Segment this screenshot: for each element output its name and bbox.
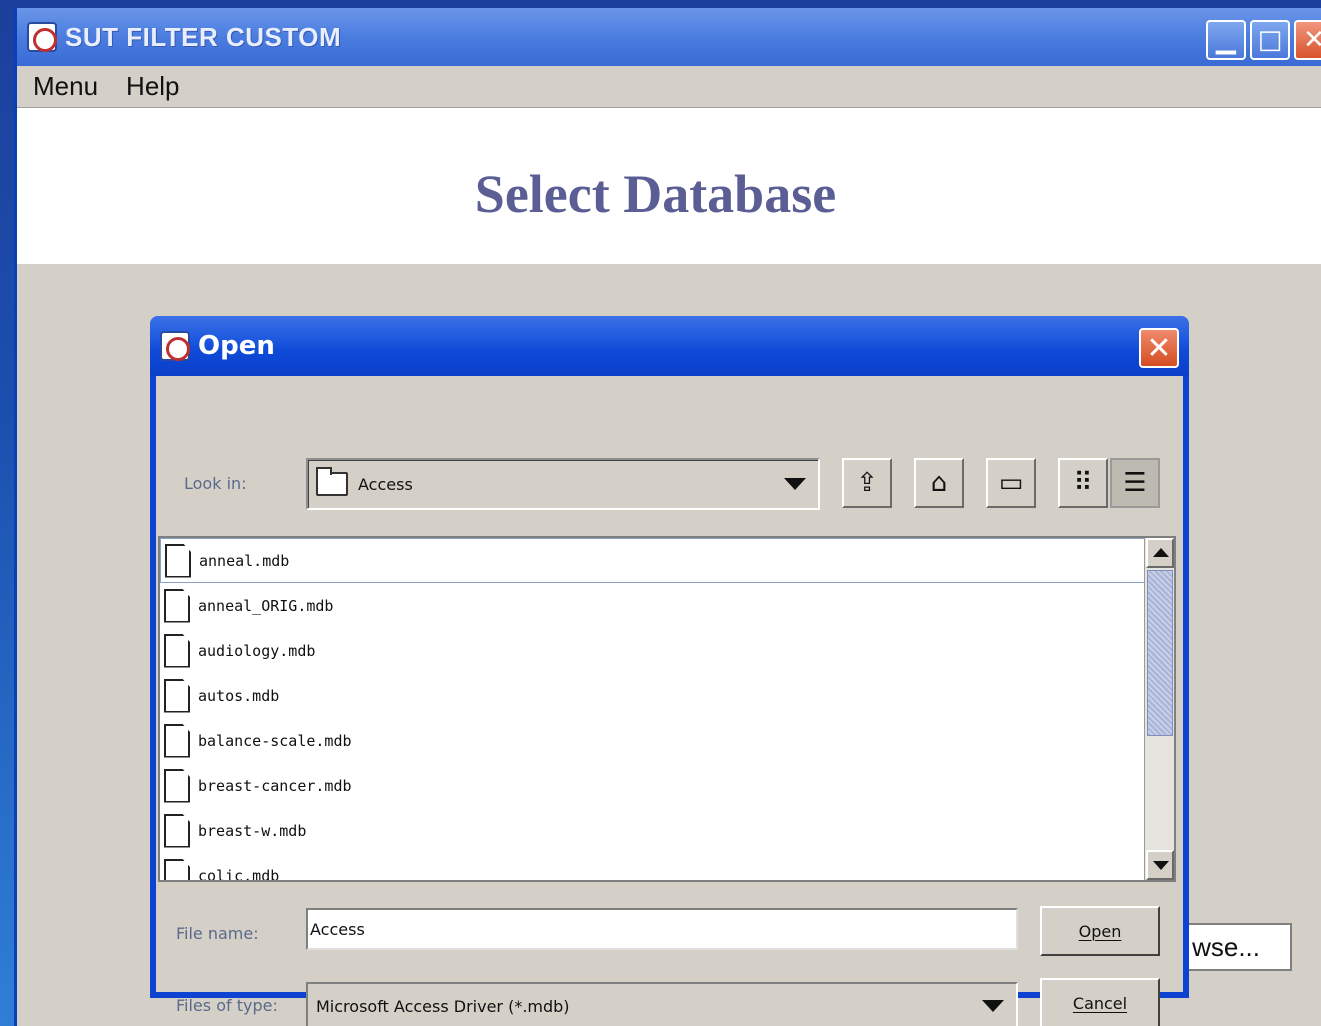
vertical-scrollbar[interactable] — [1144, 538, 1174, 880]
menu-item-menu[interactable]: Menu — [17, 71, 112, 102]
dialog-titlebar[interactable]: Open ✕ — [150, 316, 1189, 376]
folder-icon — [316, 467, 348, 496]
file-icon — [164, 633, 190, 668]
cancel-button[interactable]: Cancel — [1040, 978, 1160, 1026]
file-name: breast-cancer.mdb — [198, 776, 352, 795]
files-of-type-label: Files of type: — [176, 996, 278, 1015]
list-item[interactable]: breast-cancer.mdb — [160, 763, 1146, 808]
file-name: breast-w.mdb — [198, 821, 307, 840]
dialog-close-button[interactable]: ✕ — [1139, 328, 1179, 368]
header-band: Select Database — [17, 108, 1321, 264]
close-button[interactable]: ✕ — [1294, 20, 1321, 60]
file-icon — [164, 678, 190, 713]
list-view-icon[interactable]: ⠿ — [1058, 458, 1108, 508]
files-of-type-dropdown[interactable]: Microsoft Access Driver (*.mdb) — [306, 982, 1018, 1026]
list-item[interactable]: audiology.mdb — [160, 628, 1146, 673]
file-name: anneal.mdb — [199, 551, 290, 570]
home-icon[interactable]: ⌂ — [914, 458, 964, 508]
window-controls: ▁ □ ✕ — [1206, 20, 1321, 60]
file-name-input[interactable] — [306, 908, 1018, 950]
list-item[interactable]: anneal_ORIG.mdb — [160, 583, 1146, 628]
file-icon — [165, 543, 191, 578]
app-icon — [27, 22, 57, 52]
menubar: Menu Help — [17, 66, 1321, 108]
dialog-body: Look in: Access ⇪ ⌂ ▭ ⠿ ☰ anneal.mdb ann… — [156, 376, 1183, 1026]
list-item[interactable]: colic.mdb — [160, 853, 1146, 882]
file-name: audiology.mdb — [198, 641, 316, 660]
file-icon — [164, 813, 190, 848]
file-name-label: File name: — [176, 924, 259, 943]
open-button[interactable]: Open — [1040, 906, 1160, 956]
look-in-label: Look in: — [184, 474, 247, 493]
minimize-button[interactable]: ▁ — [1206, 20, 1246, 60]
file-icon — [164, 588, 190, 623]
list-item[interactable]: breast-w.mdb — [160, 808, 1146, 853]
chevron-down-icon[interactable] — [784, 478, 806, 490]
file-name: autos.mdb — [198, 686, 280, 705]
scroll-down-icon[interactable] — [1146, 850, 1174, 880]
files-of-type-value: Microsoft Access Driver (*.mdb) — [316, 996, 570, 1016]
new-folder-icon[interactable]: ▭ — [986, 458, 1036, 508]
list-item[interactable]: autos.mdb — [160, 673, 1146, 718]
look-in-value: Access — [358, 474, 413, 494]
scroll-up-icon[interactable] — [1146, 538, 1174, 568]
file-name: anneal_ORIG.mdb — [198, 596, 334, 615]
page-title: Select Database — [474, 164, 837, 224]
scrollbar-thumb[interactable] — [1147, 570, 1173, 736]
main-titlebar[interactable]: SUT FILTER CUSTOM ▁ □ ✕ — [17, 8, 1321, 66]
file-icon — [164, 858, 190, 880]
list-item[interactable]: balance-scale.mdb — [160, 718, 1146, 763]
file-icon — [164, 768, 190, 803]
maximize-button[interactable]: □ — [1250, 20, 1290, 60]
details-view-icon[interactable]: ☰ — [1110, 458, 1160, 508]
open-dialog: Open ✕ Look in: Access ⇪ ⌂ ▭ ⠿ ☰ anneal.… — [150, 316, 1189, 1026]
list-item[interactable]: anneal.mdb — [160, 538, 1146, 583]
chevron-down-icon[interactable] — [982, 1000, 1004, 1012]
dialog-title: Open — [198, 331, 275, 361]
window-title: SUT FILTER CUSTOM — [65, 21, 342, 52]
dialog-app-icon — [160, 331, 190, 361]
file-list[interactable]: anneal.mdb anneal_ORIG.mdb audiology.mdb… — [158, 536, 1176, 882]
file-name: balance-scale.mdb — [198, 731, 352, 750]
look-in-dropdown[interactable]: Access — [306, 458, 820, 510]
file-name: colic.mdb — [198, 866, 280, 882]
menu-item-help[interactable]: Help — [112, 71, 193, 102]
file-icon — [164, 723, 190, 758]
up-folder-icon[interactable]: ⇪ — [842, 458, 892, 508]
